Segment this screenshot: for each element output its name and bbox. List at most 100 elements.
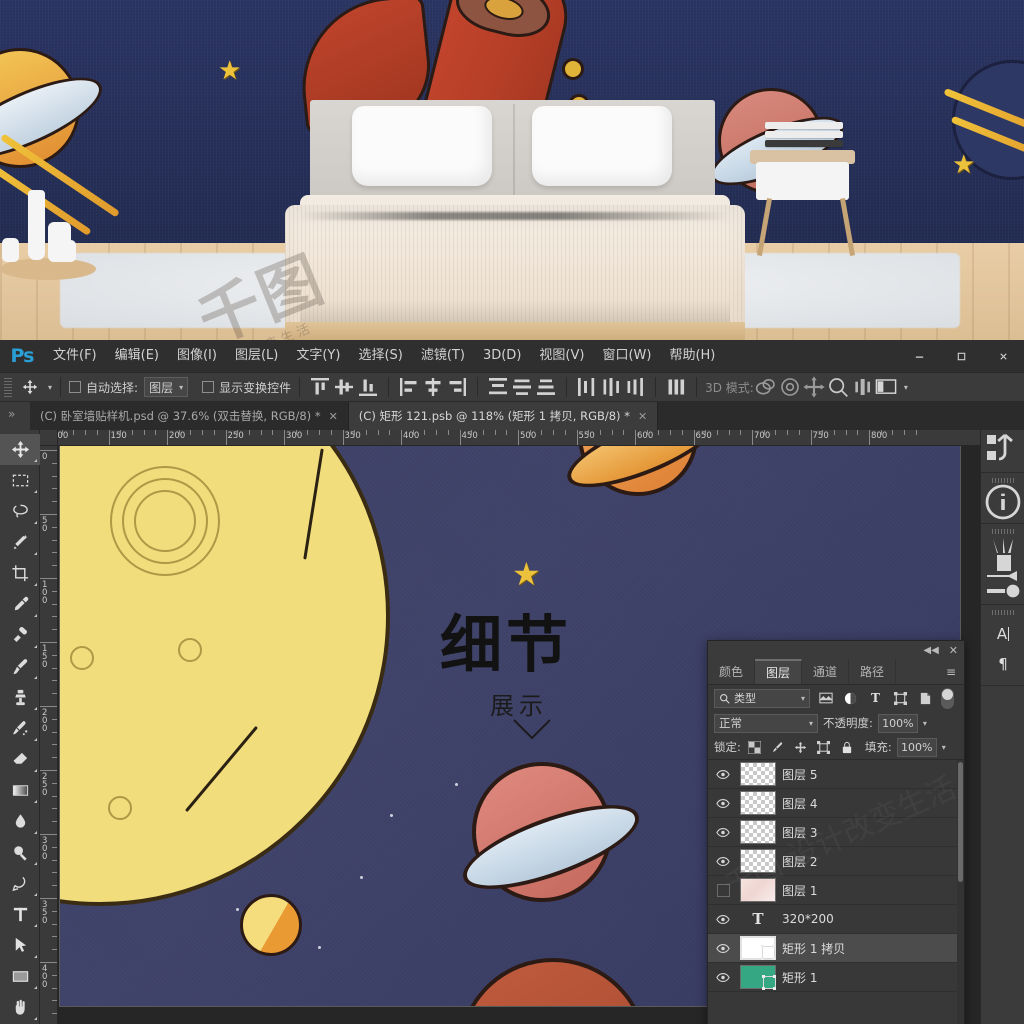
layer-thumbnail[interactable] xyxy=(740,791,776,815)
pen-tool[interactable] xyxy=(0,868,40,899)
rail-grip-type[interactable] xyxy=(991,610,1014,615)
align-top-edges-icon[interactable] xyxy=(308,376,332,398)
distribute-top-edges-icon[interactable] xyxy=(486,376,510,398)
close-icon[interactable]: ✕ xyxy=(638,410,647,423)
lock-transparent-pixels-icon[interactable] xyxy=(746,738,764,756)
lock-image-pixels-icon[interactable] xyxy=(769,738,787,756)
layer-thumbnail[interactable] xyxy=(740,820,776,844)
layer-visibility-toggle[interactable] xyxy=(712,763,734,785)
distribute-horizontal-centers-icon[interactable] xyxy=(599,376,623,398)
table-row[interactable]: 图层 2 xyxy=(708,847,964,876)
distribute-left-edges-icon[interactable] xyxy=(575,376,599,398)
menu-help[interactable]: 帮助(H) xyxy=(660,340,724,372)
align-right-edges-icon[interactable] xyxy=(445,376,469,398)
panel-menu-icon[interactable]: ≡ xyxy=(946,665,956,679)
menu-view[interactable]: 视图(V) xyxy=(530,340,593,372)
filter-shape-layers-icon[interactable] xyxy=(891,689,910,708)
text-layer-icon[interactable]: T xyxy=(740,907,776,931)
crop-tool[interactable] xyxy=(0,558,40,589)
filter-smart-objects-icon[interactable] xyxy=(916,689,935,708)
table-row[interactable]: 图层 4 xyxy=(708,789,964,818)
filter-type-layers-icon[interactable]: T xyxy=(866,689,885,708)
opacity-value-field[interactable]: 100% xyxy=(877,713,918,733)
scale-3d-object-icon[interactable] xyxy=(850,376,874,398)
layer-visibility-toggle[interactable] xyxy=(712,792,734,814)
document-tab-bedroom-mockup[interactable]: (C) 卧室墙贴样机.psd @ 37.6% (双击替换, RGB/8) * ✕ xyxy=(30,402,349,430)
table-row[interactable]: 矩形 1 xyxy=(708,963,964,992)
vertical-ruler[interactable]: 0 50 100 150 200 250 300 350 400 xyxy=(40,446,58,1024)
table-row[interactable]: T 320*200 xyxy=(708,905,964,934)
menu-image[interactable]: 图像(I) xyxy=(168,340,226,372)
tab-layers[interactable]: 图层 xyxy=(755,659,803,684)
collapse-panel-icon[interactable]: ◀◀ xyxy=(923,645,938,656)
rectangle-tool[interactable] xyxy=(0,961,40,992)
table-row[interactable]: 矩形 1 拷贝 xyxy=(708,934,964,963)
filter-pixel-layers-icon[interactable] xyxy=(816,689,835,708)
distribute-vertical-centers-icon[interactable] xyxy=(510,376,534,398)
roll-3d-object-icon[interactable] xyxy=(778,376,802,398)
layer-visibility-toggle[interactable] xyxy=(712,879,734,901)
horizontal-type-tool[interactable] xyxy=(0,899,40,930)
lock-artboard-nesting-icon[interactable] xyxy=(815,738,833,756)
align-vertical-centers-icon[interactable] xyxy=(332,376,356,398)
align-left-edges-icon[interactable] xyxy=(397,376,421,398)
brush-tool[interactable] xyxy=(0,651,40,682)
move-tool-options-icon[interactable] xyxy=(18,376,42,398)
layer-visibility-toggle[interactable] xyxy=(712,908,734,930)
auto-select-dropdown[interactable]: 图层 ▾ xyxy=(144,377,189,397)
tab-paths[interactable]: 路径 xyxy=(849,659,897,684)
options-bar-grip[interactable] xyxy=(4,377,12,397)
close-button[interactable] xyxy=(982,340,1024,372)
filter-adjustment-layers-icon[interactable] xyxy=(841,689,860,708)
menu-filter[interactable]: 滤镜(T) xyxy=(412,340,474,372)
table-row[interactable]: 图层 3 xyxy=(708,818,964,847)
minimize-button[interactable] xyxy=(898,340,940,372)
menu-window[interactable]: 窗口(W) xyxy=(593,340,660,372)
distribute-bottom-edges-icon[interactable] xyxy=(534,376,558,398)
spot-healing-brush-tool[interactable] xyxy=(0,620,40,651)
auto-select-checkbox[interactable] xyxy=(69,381,82,393)
layer-visibility-toggle[interactable] xyxy=(712,966,734,988)
maximize-button[interactable] xyxy=(940,340,982,372)
distribute-right-edges-icon[interactable] xyxy=(623,376,647,398)
align-horizontal-centers-icon[interactable] xyxy=(421,376,445,398)
history-brush-tool[interactable] xyxy=(0,713,40,744)
3d-view-chevron-icon[interactable]: ▾ xyxy=(904,383,908,392)
blend-mode-dropdown[interactable]: 正常 ▾ xyxy=(714,713,818,733)
opacity-chevron-icon[interactable]: ▾ xyxy=(923,719,927,728)
tab-bar-overflow[interactable] xyxy=(0,402,30,430)
fill-value-field[interactable]: 100% xyxy=(896,737,937,757)
show-transform-checkbox[interactable] xyxy=(202,381,215,393)
blur-tool[interactable] xyxy=(0,806,40,837)
layer-visibility-toggle[interactable] xyxy=(712,850,734,872)
layer-thumbnail[interactable] xyxy=(740,849,776,873)
menu-select[interactable]: 选择(S) xyxy=(349,340,411,372)
layer-thumbnail[interactable] xyxy=(740,936,776,960)
hand-tool[interactable] xyxy=(0,992,40,1023)
slide-3d-object-icon[interactable] xyxy=(826,376,850,398)
move-tool[interactable] xyxy=(0,434,40,465)
lock-position-icon[interactable] xyxy=(792,738,810,756)
character-panel-icon[interactable]: A xyxy=(981,619,1024,649)
paragraph-panel-icon[interactable]: ¶ xyxy=(981,649,1024,679)
dodge-tool[interactable] xyxy=(0,837,40,868)
rectangular-marquee-tool[interactable] xyxy=(0,465,40,496)
table-row[interactable]: 图层 1 xyxy=(708,876,964,905)
horizontal-ruler[interactable]: 100 150 200 250 300 350 400 450 500 550 600 650 700 7… xyxy=(58,430,980,446)
menu-layer[interactable]: 图层(L) xyxy=(226,340,287,372)
menu-type[interactable]: 文字(Y) xyxy=(287,340,349,372)
table-row[interactable]: 图层 5 xyxy=(708,760,964,789)
filter-type-dropdown[interactable]: 类型 ▾ xyxy=(714,688,810,708)
layer-list-scroll-thumb[interactable] xyxy=(958,762,963,882)
move-tool-preset-caret-icon[interactable]: ▾ xyxy=(48,383,52,392)
info-panel-icon[interactable] xyxy=(981,484,1024,520)
lock-all-icon[interactable] xyxy=(838,738,856,756)
lasso-tool[interactable] xyxy=(0,496,40,527)
clone-stamp-tool[interactable] xyxy=(0,682,40,713)
layer-thumbnail[interactable] xyxy=(740,878,776,902)
history-panel-icon[interactable] xyxy=(981,433,1024,466)
filter-toggle-switch[interactable] xyxy=(941,687,954,709)
close-icon[interactable]: ✕ xyxy=(329,410,338,423)
close-panel-icon[interactable]: ✕ xyxy=(949,644,958,657)
menu-file[interactable]: 文件(F) xyxy=(44,340,106,372)
